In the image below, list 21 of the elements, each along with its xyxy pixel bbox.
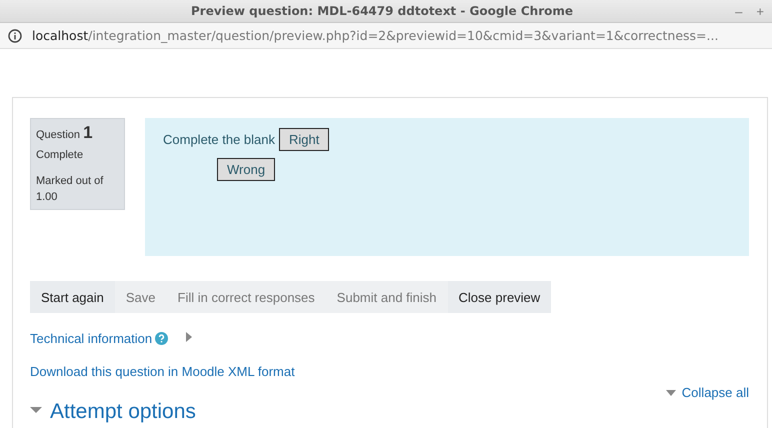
- action-button[interactable]: Close preview: [448, 281, 552, 313]
- drop-answer[interactable]: Right: [279, 128, 330, 151]
- caret-icon[interactable]: [30, 404, 42, 416]
- drag-choice[interactable]: Wrong: [217, 158, 276, 181]
- caret-icon: [666, 390, 676, 396]
- section-heading[interactable]: Attempt options: [50, 400, 196, 424]
- info-icon[interactable]: [8, 28, 22, 42]
- question-text: Complete the blank: [163, 132, 276, 147]
- download-link[interactable]: Download this question in Moodle XML format: [30, 364, 295, 379]
- expand-arrow-icon[interactable]: [185, 332, 194, 342]
- help-icon[interactable]: [155, 332, 168, 344]
- window-title: Preview question: MDL-64479 ddtotext - Google Chrome: [190, 4, 574, 18]
- window-control[interactable]: –: [735, 4, 742, 18]
- collapse-all-link[interactable]: Collapse all: [682, 385, 749, 400]
- action-button[interactable]: Start again: [30, 281, 115, 313]
- question-label: Question: [36, 129, 80, 141]
- question-state: Complete: [36, 149, 84, 161]
- technical-information-link[interactable]: Technical information: [30, 330, 152, 346]
- window-control[interactable]: +: [756, 4, 764, 18]
- question-number: 1: [83, 123, 93, 142]
- question-mark: Marked out of 1.00: [36, 174, 104, 205]
